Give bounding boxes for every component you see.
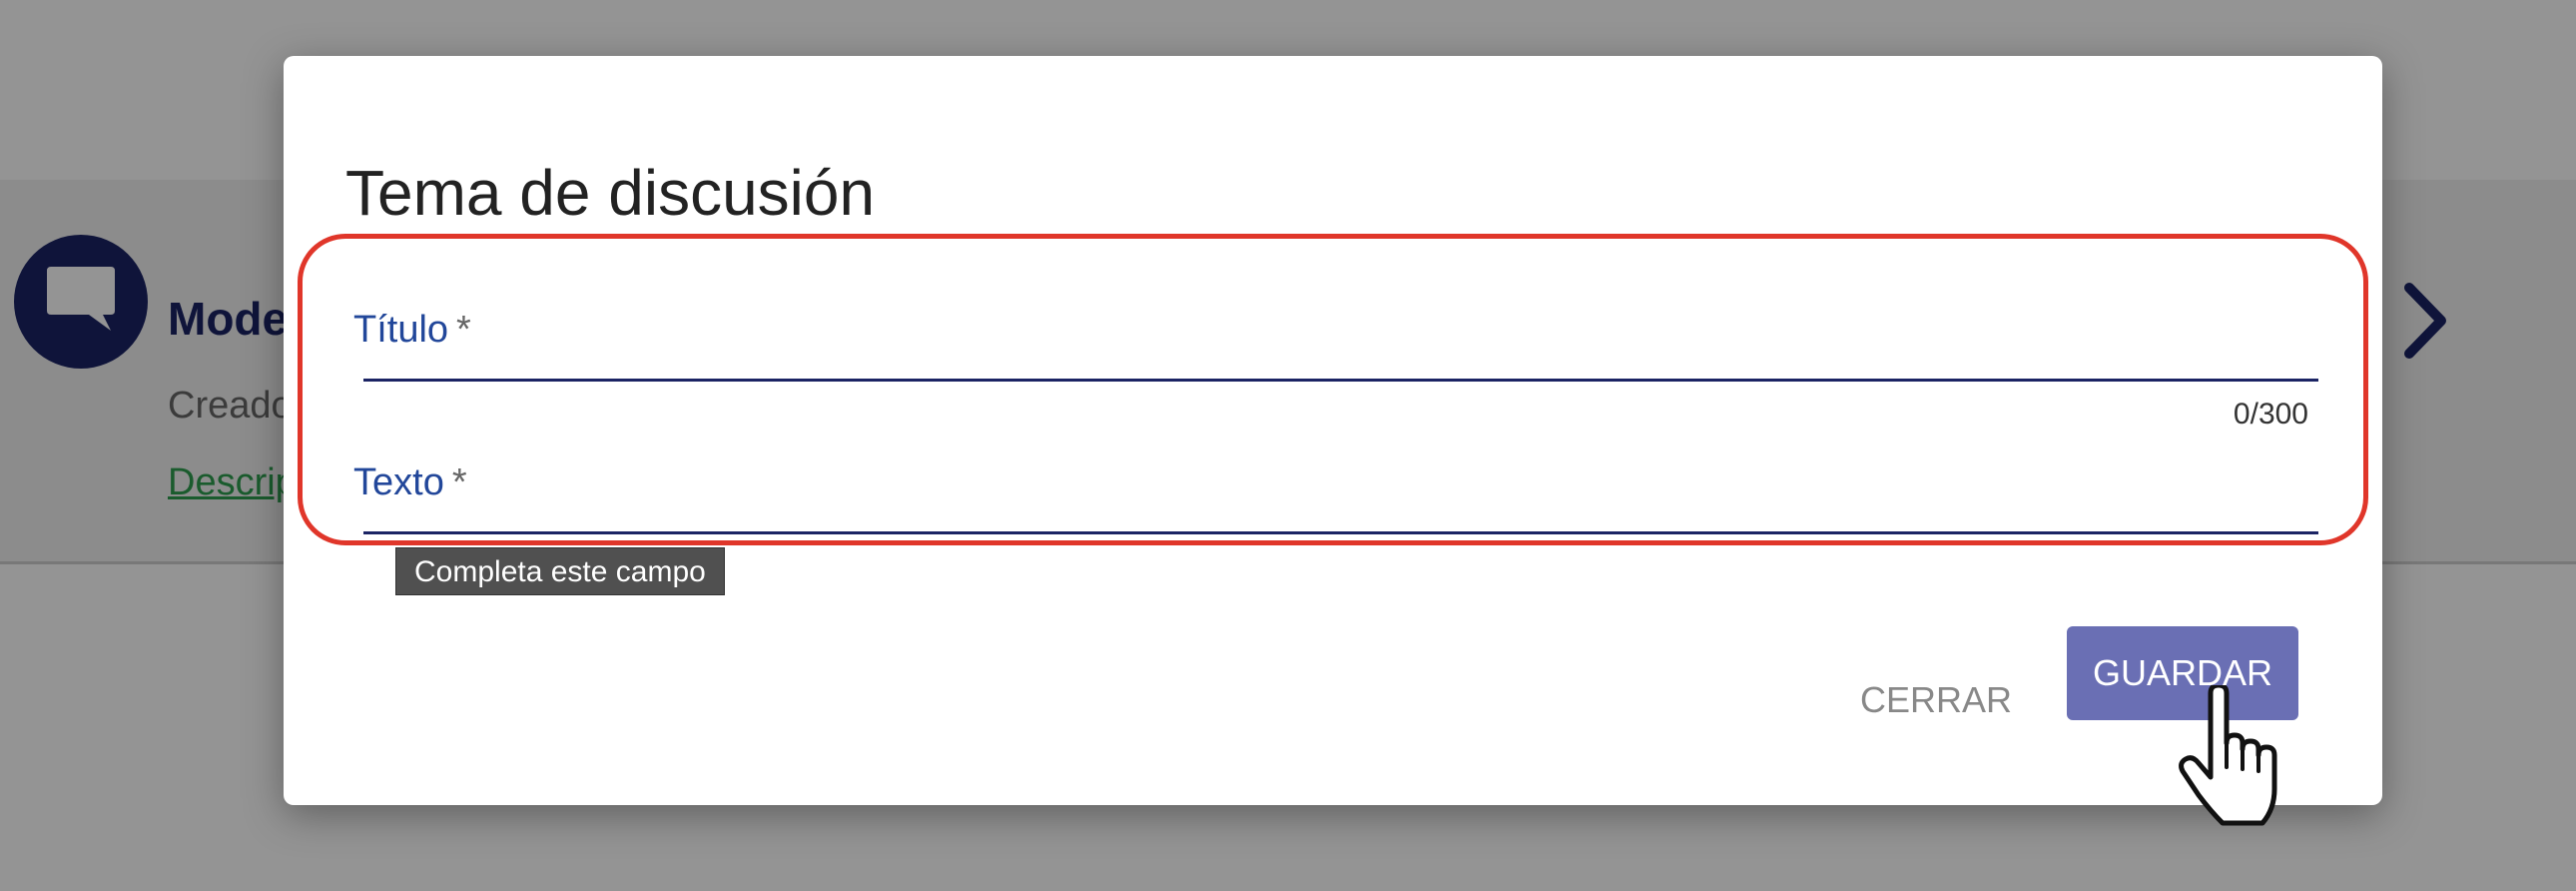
fields-highlight-annotation [298,234,2368,545]
titulo-input[interactable] [363,379,2318,382]
titulo-char-counter: 0/300 [2233,398,2308,431]
texto-label-text: Texto [353,461,444,503]
texto-input[interactable] [363,531,2318,534]
titulo-label-text: Título [353,309,449,351]
titulo-label: Título * [353,309,471,352]
titulo-required-mark: * [456,309,471,351]
validation-tooltip: Completa este campo [395,547,725,595]
texto-label: Texto * [353,461,467,504]
close-button[interactable]: CERRAR [1831,653,2041,747]
discussion-topic-dialog: Tema de discusión Título * 0/300 Texto * C… [284,56,2382,805]
texto-required-mark: * [451,461,467,503]
hand-pointer-icon [2177,682,2286,831]
dialog-title: Tema de discusión [345,157,876,229]
